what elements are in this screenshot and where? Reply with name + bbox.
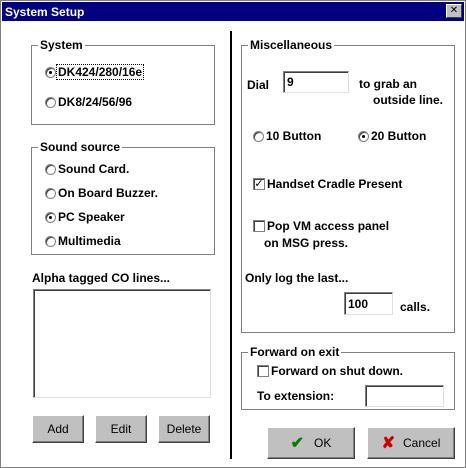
ok-button[interactable]: ✔ OK	[267, 427, 355, 459]
radio-pc-speaker-label[interactable]: PC Speaker	[58, 210, 125, 224]
handset-cradle-checkbox[interactable]: ✓	[253, 178, 265, 190]
system-group: System	[31, 38, 215, 125]
radio-system-dk424[interactable]	[45, 67, 56, 78]
checkbox-check-icon: ✓	[254, 178, 264, 190]
system-group-title: System	[38, 38, 85, 52]
handset-cradle-label[interactable]: Handset Cradle Present	[267, 177, 402, 191]
forward-shutdown-label[interactable]: Forward on shut down.	[271, 364, 403, 378]
pop-vm-label-line1[interactable]: Pop VM access panel	[267, 219, 389, 233]
alpha-tagged-listbox[interactable]	[33, 289, 211, 398]
log-suffix: calls.	[400, 300, 431, 314]
dial-suffix-line1: to grab an	[359, 77, 418, 91]
log-label: Only log the last...	[245, 271, 349, 285]
forward-on-exit-group-title: Forward on exit	[248, 345, 342, 359]
radio-10-button-label[interactable]: 10 Button	[266, 129, 321, 143]
to-extension-label: To extension:	[257, 389, 335, 403]
close-button[interactable]: ✕	[446, 4, 462, 18]
cancel-button[interactable]: ✘ Cancel	[367, 427, 455, 459]
system-setup-window: System Setup ✕ System DK424/280/16e DK8/…	[0, 0, 466, 468]
radio-pc-speaker[interactable]	[45, 212, 56, 223]
checkmark-icon: ✔	[290, 435, 305, 452]
ok-button-label: OK	[314, 436, 332, 450]
forward-shutdown-checkbox[interactable]	[257, 365, 269, 377]
x-icon: ✘	[381, 435, 396, 452]
panel-divider	[230, 31, 232, 459]
radio-10-button[interactable]	[253, 131, 264, 142]
radio-multimedia[interactable]	[45, 236, 56, 247]
radio-onboard-buzzer[interactable]	[45, 188, 56, 199]
window-title: System Setup	[5, 4, 85, 19]
dial-input[interactable]	[283, 71, 349, 93]
close-icon: ✕	[449, 5, 459, 16]
sound-source-group-title: Sound source	[38, 140, 123, 154]
edit-button[interactable]: Edit	[95, 415, 147, 443]
radio-multimedia-label[interactable]: Multimedia	[58, 234, 121, 248]
radio-sound-card-label[interactable]: Sound Card.	[58, 162, 129, 176]
extension-input[interactable]	[365, 385, 444, 407]
pop-vm-label-line2[interactable]: on MSG press.	[264, 236, 348, 250]
pop-vm-checkbox[interactable]	[253, 220, 265, 232]
dial-suffix-line2: outside line.	[373, 93, 444, 107]
alpha-tagged-label: Alpha tagged CO lines...	[32, 271, 171, 285]
cancel-button-label: Cancel	[403, 436, 441, 450]
add-button[interactable]: Add	[32, 415, 84, 443]
log-count-input[interactable]	[344, 292, 393, 315]
radio-system-dk8[interactable]	[45, 97, 56, 108]
dial-label: Dial	[247, 78, 270, 92]
title-bar[interactable]: System Setup ✕	[2, 2, 464, 21]
miscellaneous-group-title: Miscellaneous	[248, 38, 335, 52]
radio-20-button-label[interactable]: 20 Button	[371, 129, 426, 143]
delete-button[interactable]: Delete	[158, 415, 210, 443]
radio-onboard-buzzer-label[interactable]: On Board Buzzer.	[58, 186, 158, 200]
radio-sound-card[interactable]	[45, 164, 56, 175]
radio-20-button[interactable]	[358, 131, 369, 142]
radio-system-dk8-label[interactable]: DK8/24/56/96	[58, 95, 132, 109]
radio-system-dk424-label[interactable]: DK424/280/16e	[55, 64, 145, 80]
